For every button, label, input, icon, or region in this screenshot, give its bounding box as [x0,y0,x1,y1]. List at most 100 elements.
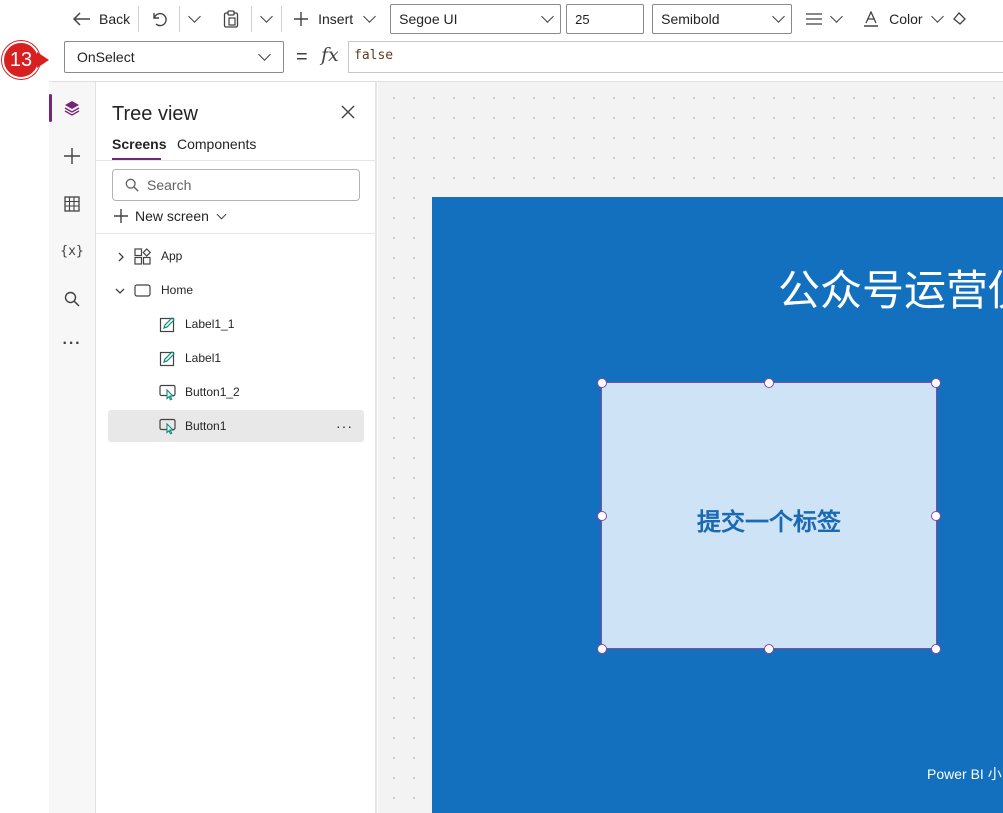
resize-handle-bottom-left[interactable] [597,644,607,654]
tree-item-app[interactable]: App [108,240,364,272]
clipboard-icon [223,10,239,28]
label-edit-icon [159,351,175,367]
tree-search-input[interactable]: Search [112,169,360,201]
close-icon[interactable] [340,104,356,120]
chevron-right-icon[interactable] [117,252,125,262]
chevron-down-icon [258,48,271,61]
tree-item-label: Button1 [185,419,227,433]
paste-button[interactable] [215,4,247,34]
font-family-value: Segoe UI [399,11,458,27]
tree-item-label: Home [161,283,194,297]
title-label[interactable]: 公众号运营仪 [778,257,1003,318]
plus-icon [64,148,80,164]
power-apps-studio: Back Insert Segoe UI 25 Semibold Color 1… [0,0,1003,813]
paste-dropdown-button[interactable] [256,4,277,34]
tree-item-label: Label1_1 [185,317,235,331]
more-options-icon[interactable]: ··· [336,418,353,434]
fx-icon[interactable]: fx [321,44,339,66]
rail-search[interactable] [49,281,95,317]
tree-item-label: App [161,249,183,263]
text-align-button[interactable] [800,4,847,34]
fill-button[interactable] [948,4,970,34]
resize-handle-bottom[interactable] [764,644,774,654]
step-badge: 13 [2,41,50,79]
chevron-down-icon [188,10,201,23]
toolbar-divider [281,6,283,32]
tabs-divider [96,160,377,161]
button-text: 提交一个标签 [697,508,841,536]
step-number: 13 [2,41,40,79]
tab-screens[interactable]: Screens [112,136,166,152]
tree-item-button1-2[interactable]: Button1_2 [108,376,364,408]
resize-handle-left[interactable] [597,511,607,521]
back-label: Back [99,11,131,27]
font-family-dropdown[interactable]: Segoe UI [390,4,562,34]
rail-insert[interactable] [49,138,95,174]
resize-handle-top-left[interactable] [597,378,607,388]
tree-view-panel: Tree view Screens Components Search New … [96,82,377,813]
font-weight-value: Semibold [661,11,720,27]
tree-divider [96,233,377,234]
tree-item-label: Label1 [185,351,222,365]
undo-icon [153,12,167,27]
undo-button[interactable] [143,4,175,34]
label-edit-icon [159,317,175,333]
button-control-icon [159,384,176,401]
toolbar-divider [251,6,253,32]
tree-item-label: Button1_2 [185,385,240,399]
rail-more[interactable]: ··· [49,326,95,362]
resize-handle-top[interactable] [764,378,774,388]
tree-item-label1-1[interactable]: Label1_1 [108,308,364,340]
search-icon [125,178,139,192]
equals-sign: = [296,46,308,68]
rail-tree-view[interactable] [49,90,95,126]
chevron-down-icon [260,10,273,23]
panel-title: Tree view [112,103,198,125]
paint-bucket-icon [952,12,966,25]
button-control-icon [159,418,176,435]
new-screen-button[interactable]: New screen [114,208,227,224]
color-button[interactable]: Color [857,4,947,34]
plus-icon [294,12,309,26]
variables-icon: {x} [60,243,84,259]
tree-item-home[interactable]: Home [108,274,364,306]
font-size-input[interactable]: 25 [566,4,645,34]
left-rail: {x} ··· [49,82,96,813]
step-arrow [37,52,49,68]
tree-item-button1[interactable]: Button1 ··· [108,410,364,442]
chevron-down-icon [363,10,377,23]
rail-data[interactable] [49,186,95,222]
selected-button-control[interactable]: 提交一个标签 [601,382,937,649]
back-button[interactable]: Back [67,4,136,34]
rail-variables[interactable]: {x} [49,233,95,269]
insert-label: Insert [318,11,354,27]
tab-components[interactable]: Components [177,136,256,152]
chevron-down-icon [772,10,786,23]
toolbar-divider [138,6,140,32]
property-dropdown[interactable]: OnSelect [64,41,284,73]
screen-icon [134,284,151,297]
app-icon [134,248,151,265]
chevron-down-icon[interactable] [115,287,125,295]
resize-handle-right[interactable] [931,511,941,521]
align-icon [806,13,823,25]
layers-icon [64,101,80,116]
font-size-value: 25 [575,11,590,27]
resize-handle-bottom-right[interactable] [931,644,941,654]
insert-button[interactable]: Insert [286,4,382,34]
table-icon [64,196,80,212]
formula-input[interactable]: false [348,41,1003,73]
chevron-down-icon [930,10,944,23]
footer-label[interactable]: Power BI 小 [927,764,1002,784]
search-icon [64,291,80,307]
property-value: OnSelect [77,49,135,65]
color-label: Color [889,11,923,27]
undo-dropdown-button[interactable] [184,4,205,34]
new-screen-label: New screen [135,208,209,224]
more-icon: ··· [62,335,82,352]
tree-item-label1[interactable]: Label1 [108,342,364,374]
search-placeholder: Search [147,177,192,193]
font-weight-dropdown[interactable]: Semibold [652,4,793,34]
chevron-down-icon [830,10,844,23]
resize-handle-top-right[interactable] [931,378,941,388]
